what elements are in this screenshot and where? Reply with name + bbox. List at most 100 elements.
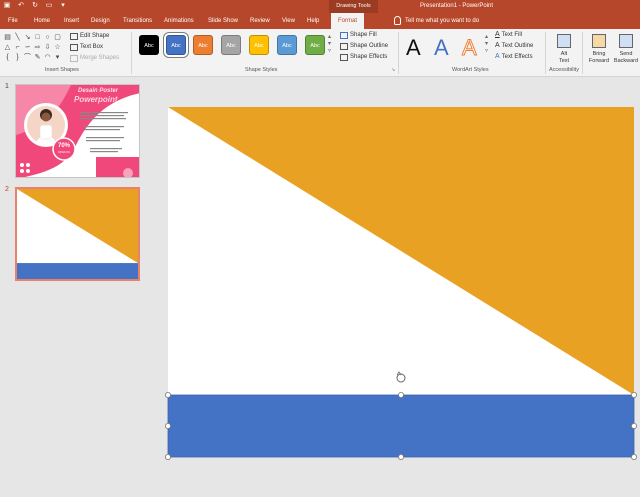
arc-shape-icon[interactable]: ◠ xyxy=(43,53,52,62)
tab-help[interactable]: Help xyxy=(307,13,319,29)
tab-insert[interactable]: Insert xyxy=(64,13,79,29)
blue-rectangle-shape[interactable] xyxy=(167,394,635,458)
separator xyxy=(398,32,399,74)
slide-thumbnail-2[interactable] xyxy=(15,187,140,281)
bring-forward-button[interactable]: Bring Forward xyxy=(584,32,614,72)
alt-text-icon xyxy=(557,34,571,48)
style-swatch-gold[interactable]: Abc xyxy=(249,35,269,55)
save-icon[interactable]: ▣ xyxy=(3,2,11,10)
brace-right-shape-icon[interactable]: } xyxy=(13,53,22,62)
edit-shape-icon xyxy=(70,32,78,40)
ribbon-tabs: File Home Insert Design Transitions Anim… xyxy=(0,13,640,29)
rotate-handle-icon[interactable] xyxy=(396,371,406,383)
tab-view[interactable]: View xyxy=(282,13,295,29)
slide-thumbnail-pane: 1 Desain Poster Powerpoint 70% DISKON 2 xyxy=(0,77,150,497)
style-swatch-gray[interactable]: Abc xyxy=(221,35,241,55)
wordart-gallery-scroll-icon[interactable]: ▴ ▾ ▿ xyxy=(485,34,488,55)
tab-design[interactable]: Design xyxy=(91,13,110,29)
brace-shape-icon[interactable]: { xyxy=(3,53,12,62)
shape-fill-button[interactable]: Shape Fill xyxy=(340,30,377,40)
title-bar: ▣ ↶ ↻ ▭ ▾ Drawing Tools Presentation1 - … xyxy=(0,0,640,13)
tab-animations[interactable]: Animations xyxy=(164,13,194,29)
text-box-icon xyxy=(70,43,78,51)
style-swatch-green[interactable]: Abc xyxy=(305,35,325,55)
slide-thumbnail-1[interactable]: Desain Poster Powerpoint 70% DISKON xyxy=(15,84,140,178)
tab-format[interactable]: Format xyxy=(331,13,365,29)
current-slide[interactable] xyxy=(165,107,637,460)
tab-slide-show[interactable]: Slide Show xyxy=(208,13,238,29)
triangle-shape-icon[interactable]: △ xyxy=(3,43,12,52)
customize-qat-icon[interactable]: ▾ xyxy=(59,2,67,10)
separator xyxy=(545,32,546,74)
wordart-style-orange-outline[interactable]: A xyxy=(462,35,478,60)
drawing-tools-context: Drawing Tools xyxy=(329,0,378,13)
orange-triangle-shape[interactable] xyxy=(168,107,634,395)
style-swatch-black[interactable]: Abc xyxy=(139,35,159,55)
shape-outline-button[interactable]: Shape Outline xyxy=(340,41,388,51)
right-arrow-shape-icon[interactable]: ⇨ xyxy=(33,43,42,52)
down-arrow-shape-icon[interactable]: ⇩ xyxy=(43,43,52,52)
bring-forward-icon xyxy=(592,34,606,48)
paint-bucket-icon xyxy=(340,31,348,39)
dialog-launcher-icon[interactable]: ↘ xyxy=(391,67,395,73)
slide-number-1: 1 xyxy=(5,83,9,90)
text-box-button[interactable]: Text Box xyxy=(70,42,103,52)
merge-shapes-icon xyxy=(70,54,78,62)
send-backward-button[interactable]: Send Backward xyxy=(612,32,640,72)
tab-file[interactable]: File xyxy=(8,13,18,29)
wordart-style-blue[interactable]: A xyxy=(434,36,449,60)
text-fill-icon: A xyxy=(495,31,500,38)
freeform-shape-icon[interactable]: ✎ xyxy=(33,53,42,62)
rectangle-shape-icon[interactable]: □ xyxy=(33,33,42,42)
edit-shape-button[interactable]: Edit Shape xyxy=(70,31,109,41)
ribbon: ▤ ╲ ↘ □ ○ ▢ △ ⌐ ∽ ⇨ ⇩ ☆ { } ⌒ ✎ ◠ ▾ Edit… xyxy=(0,29,640,77)
slide-canvas xyxy=(165,107,637,460)
rounded-rect-shape-icon[interactable]: ▢ xyxy=(53,33,62,42)
merge-shapes-button[interactable]: Merge Shapes xyxy=(70,53,119,63)
text-box-shape-icon[interactable]: ▤ xyxy=(3,33,12,42)
shapes-gallery[interactable]: ▤ ╲ ↘ □ ○ ▢ △ ⌐ ∽ ⇨ ⇩ ☆ { } ⌒ ✎ ◠ ▾ xyxy=(3,33,63,63)
shape-styles-group-label: Shape Styles xyxy=(245,67,278,73)
tab-review[interactable]: Review xyxy=(250,13,270,29)
curved-connector-icon[interactable]: ∽ xyxy=(23,43,32,52)
effects-icon xyxy=(340,53,348,61)
style-swatch-light-blue[interactable]: Abc xyxy=(277,35,297,55)
wordart-style-black[interactable]: A xyxy=(406,36,421,60)
arrow-shape-icon[interactable]: ↘ xyxy=(23,33,32,42)
elbow-connector-icon[interactable]: ⌐ xyxy=(13,43,22,52)
text-effects-icon: A xyxy=(495,53,500,60)
slide-2-preview xyxy=(17,189,138,279)
quick-access-toolbar: ▣ ↶ ↻ ▭ ▾ xyxy=(3,2,67,10)
text-outline-button[interactable]: A Text Outline xyxy=(495,41,533,51)
undo-icon[interactable]: ↶ xyxy=(17,2,25,10)
slide-1-title-line1: Desain Poster xyxy=(78,88,119,94)
style-swatch-orange[interactable]: Abc xyxy=(193,35,213,55)
tab-transitions[interactable]: Transitions xyxy=(123,13,152,29)
shape-effects-button[interactable]: Shape Effects xyxy=(340,52,387,62)
curve-shape-icon[interactable]: ⌒ xyxy=(23,53,32,62)
star-shape-icon[interactable]: ☆ xyxy=(53,43,62,52)
tab-home[interactable]: Home xyxy=(34,13,50,29)
more-shapes-icon[interactable]: ▾ xyxy=(53,53,62,62)
window-title: Presentation1 - PowerPoint xyxy=(420,3,494,9)
insert-shapes-group-label: Insert Shapes xyxy=(45,67,79,73)
separator xyxy=(582,32,583,74)
slide-1-title-line2: Powerpoint xyxy=(74,95,118,104)
redo-icon[interactable]: ↻ xyxy=(31,2,39,10)
wordart-group-label: WordArt Styles xyxy=(452,67,489,73)
text-effects-button[interactable]: A Text Effects xyxy=(495,52,533,62)
line-shape-icon[interactable]: ╲ xyxy=(13,33,22,42)
send-backward-icon xyxy=(619,34,633,48)
alt-text-button[interactable]: Alt Text xyxy=(549,32,579,72)
styles-gallery-scroll-icon[interactable]: ▴ ▾ ▿ xyxy=(328,34,331,55)
present-icon[interactable]: ▭ xyxy=(45,2,53,10)
slide-editor xyxy=(150,77,640,497)
tell-me-search[interactable]: Tell me what you want to do xyxy=(405,13,479,29)
style-swatch-blue[interactable]: Abc xyxy=(166,35,186,55)
lightbulb-icon xyxy=(394,16,401,25)
slide-1-badge-percent: 70% xyxy=(57,143,70,149)
accessibility-group-label: Accessibility xyxy=(549,67,579,73)
text-fill-button[interactable]: A Text Fill xyxy=(495,30,522,40)
slide-1-badge-sub: DISKON xyxy=(58,150,70,154)
oval-shape-icon[interactable]: ○ xyxy=(43,33,52,42)
